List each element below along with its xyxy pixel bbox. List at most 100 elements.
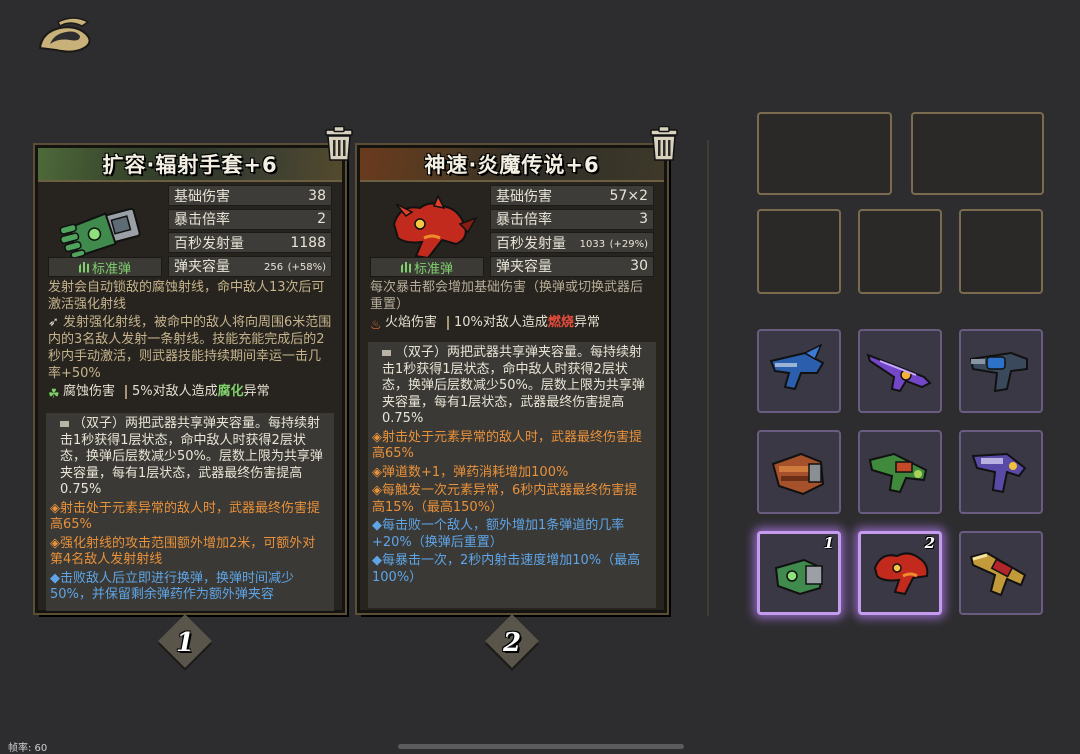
twin-description: （双子）两把武器共享弹夹容量。每持续射击1秒获得1层状态，命中敌人时获得2层状态… [382, 345, 645, 426]
weapon-description: 每次暴击都会增加基础伤害（换弹或切换武器后重置） ♨ 火焰伤害 10%对敌人造成… [370, 279, 654, 333]
purple-laser-rifle-icon [866, 353, 932, 393]
stat-fire-rate: 百秒发射量 1188 [168, 232, 332, 253]
badge-number: 1 [175, 628, 195, 658]
weapon-title: 神速·炎魔传说+6 [360, 148, 664, 182]
stat-magazine: 弹夹容量 256 (+58%) [168, 255, 332, 277]
inventory-slot-5[interactable] [858, 430, 942, 514]
ammo-type-label: 标准弹 [413, 261, 453, 277]
stat-label: 暴击倍率 [496, 212, 552, 228]
weapon-perks-panel[interactable]: （双子）两把武器共享弹夹容量。每持续射击1秒获得1层状态，命中敌人时获得2层状态… [46, 413, 334, 611]
stat-value: 57×2 [609, 187, 648, 204]
stat-value: 30 [630, 258, 648, 274]
stat-label: 百秒发射量 [174, 235, 244, 252]
golden-shotgun-icon [969, 551, 1027, 597]
equip-slot-large-2[interactable] [911, 112, 1044, 195]
equip-slot-small-2[interactable] [858, 209, 942, 294]
perk-item: ◆击败敌人后立即进行换弹，换弹时间减少50%，并保留剩余弹药作为额外弹夹容 [50, 570, 294, 603]
stat-crit-multiplier: 暴击倍率 3 [490, 208, 654, 230]
home-indicator[interactable] [398, 744, 684, 749]
purple-smg-icon [971, 452, 1027, 494]
stat-label: 弹夹容量 [174, 259, 230, 275]
blue-revolver-icon [969, 351, 1028, 393]
perk-item: ◈强化射线的攻击范围额外增加2米，可额外对第4名敌人发射射线 [50, 535, 316, 568]
perk-item: ◈弹道数+1，弹药消耗增加100% [372, 464, 569, 480]
inventory-slot-4[interactable] [757, 430, 841, 514]
stat-value: 1188 [290, 234, 326, 251]
equipped-slot-number: 1 [823, 534, 834, 552]
stat-base-damage: 基础伤害 57×2 [490, 185, 654, 206]
perk-item: ◈射击处于元素异常的敌人时，武器最终伤害提高65% [372, 429, 642, 462]
game-logo-icon[interactable] [36, 12, 96, 54]
blue-winged-pistol-icon [769, 343, 825, 391]
ammo-type-label: 标准弹 [91, 261, 131, 277]
ammo-bars-icon [78, 261, 89, 273]
weapon-card-2[interactable]: 神速·炎魔传说+6 标准弹 基础伤害 57×2 暴击倍率 3 百秒发射量 1033 (… [357, 126, 678, 613]
element-name: 腐蚀伤害 [63, 384, 116, 399]
ammo-type-tag: 标准弹 [370, 257, 484, 277]
stat-value: 256 [264, 262, 284, 273]
trash-icon[interactable] [648, 126, 680, 162]
weapon-perks-panel[interactable]: （双子）两把武器共享弹夹容量。每持续射击1秒获得1层状态，命中敌人时获得2层状态… [368, 342, 656, 608]
inventory-slot-2[interactable] [858, 329, 942, 413]
element-row: ☘ 腐蚀伤害 5%对敌人造成 腐化 异常 [48, 383, 332, 402]
weapon-stats: 基础伤害 57×2 暴击倍率 3 百秒发射量 1033 (+29%) 弹夹容量 30 [490, 185, 654, 279]
equip-slot-large-1[interactable] [757, 112, 892, 195]
fire-icon: ♨ [370, 317, 382, 333]
stat-value: 3 [639, 211, 648, 227]
stat-label: 弹夹容量 [496, 259, 552, 275]
stat-value: 1033 [579, 238, 606, 250]
element-keyword: 腐化 [217, 384, 244, 399]
weapon-skill-text: 发射会自动锁敌的腐蚀射线，命中敌人13次后可激活强化射线 [48, 280, 325, 312]
element-name: 火焰伤害 [385, 315, 438, 330]
stat-magazine: 弹夹容量 30 [490, 255, 654, 277]
weapon-skill-text: 每次暴击都会增加基础伤害（换弹或切换武器后重置） [370, 280, 644, 312]
stat-value: 2 [317, 211, 326, 227]
perk-item: ◆每暴击一次，2秒内射击速度增加10%（最高100%） [372, 553, 641, 585]
stat-value: 38 [308, 187, 326, 204]
stat-fire-rate: 百秒发射量 1033 (+29%) [490, 232, 654, 253]
feather-icon: ➶ [48, 315, 59, 330]
weapon-card-1[interactable]: 扩容·辐射手套+6 标准弹 基础伤害 38 暴击倍率 2 百秒发射量 1188 弹夹容… [35, 126, 353, 613]
bronze-gauntlet-icon [771, 452, 825, 496]
equip-slot-small-3[interactable] [959, 209, 1043, 294]
ammo-bars-icon [400, 261, 411, 273]
inventory-slot-9[interactable] [959, 531, 1043, 615]
inventory-slot-8[interactable]: 2 [858, 531, 942, 615]
inventory-slot-1[interactable] [757, 329, 841, 413]
ammo-type-tag: 标准弹 [48, 257, 162, 277]
twin-icon [60, 420, 69, 427]
stat-bonus: (+58%) [287, 262, 326, 273]
perk-item: ◈每触发一次元素异常，6秒内武器最终伤害提高15%（最高150%） [372, 483, 638, 515]
stat-bonus: (+29%) [609, 238, 648, 250]
trash-icon[interactable] [323, 126, 355, 162]
twin-icon [382, 349, 391, 356]
element-suffix: 异常 [243, 384, 270, 399]
inventory-slot-7[interactable]: 1 [757, 531, 841, 615]
inventory-slot-6[interactable] [959, 430, 1043, 514]
stat-label: 暴击倍率 [174, 212, 230, 228]
perk-item: ◆每击败一个敌人，额外增加1条弹道的几率+20%（换弹后重置） [372, 518, 625, 550]
equipped-slot-number: 2 [924, 534, 935, 552]
weapon-description: 发射会自动锁敌的腐蚀射线，命中敌人13次后可激活强化射线 ➶ 发射强化射线，被命中… [48, 279, 332, 402]
weapon-slot-badge-1: 1 [158, 614, 212, 670]
equip-slot-small-1[interactable] [757, 209, 841, 294]
element-keyword: 燃烧 [547, 315, 574, 330]
stat-label: 基础伤害 [496, 188, 552, 205]
corrosion-icon: ☘ [48, 386, 60, 402]
stat-label: 百秒发射量 [496, 235, 566, 252]
fps-counter: 帧率: 60 [8, 743, 48, 754]
weapon-skill-detail: 发射强化射线，被命中的敌人将向周围6米范围内的3名敌人发射一条射线。技能充能完成… [48, 315, 332, 381]
stat-crit-multiplier: 暴击倍率 2 [168, 208, 332, 230]
panel-divider [707, 140, 709, 616]
green-launcher-icon [868, 452, 928, 494]
weapon-slot-badge-2: 2 [485, 614, 539, 670]
twin-description: （双子）两把武器共享弹夹容量。每持续射击1秒获得1层状态，命中敌人时获得2层状态… [60, 416, 323, 497]
perk-item: ◈射击处于元素异常的敌人时，武器最终伤害提高65% [50, 500, 320, 533]
stat-base-damage: 基础伤害 38 [168, 185, 332, 206]
element-suffix: 异常 [573, 315, 600, 330]
weapon-title: 扩容·辐射手套+6 [38, 148, 342, 182]
element-row: ♨ 火焰伤害 10%对敌人造成 燃烧 异常 [370, 314, 654, 333]
inventory-slot-3[interactable] [959, 329, 1043, 413]
element-effect: 5%对敌人造成 [132, 384, 218, 399]
element-effect: 10%对敌人造成 [454, 315, 548, 330]
